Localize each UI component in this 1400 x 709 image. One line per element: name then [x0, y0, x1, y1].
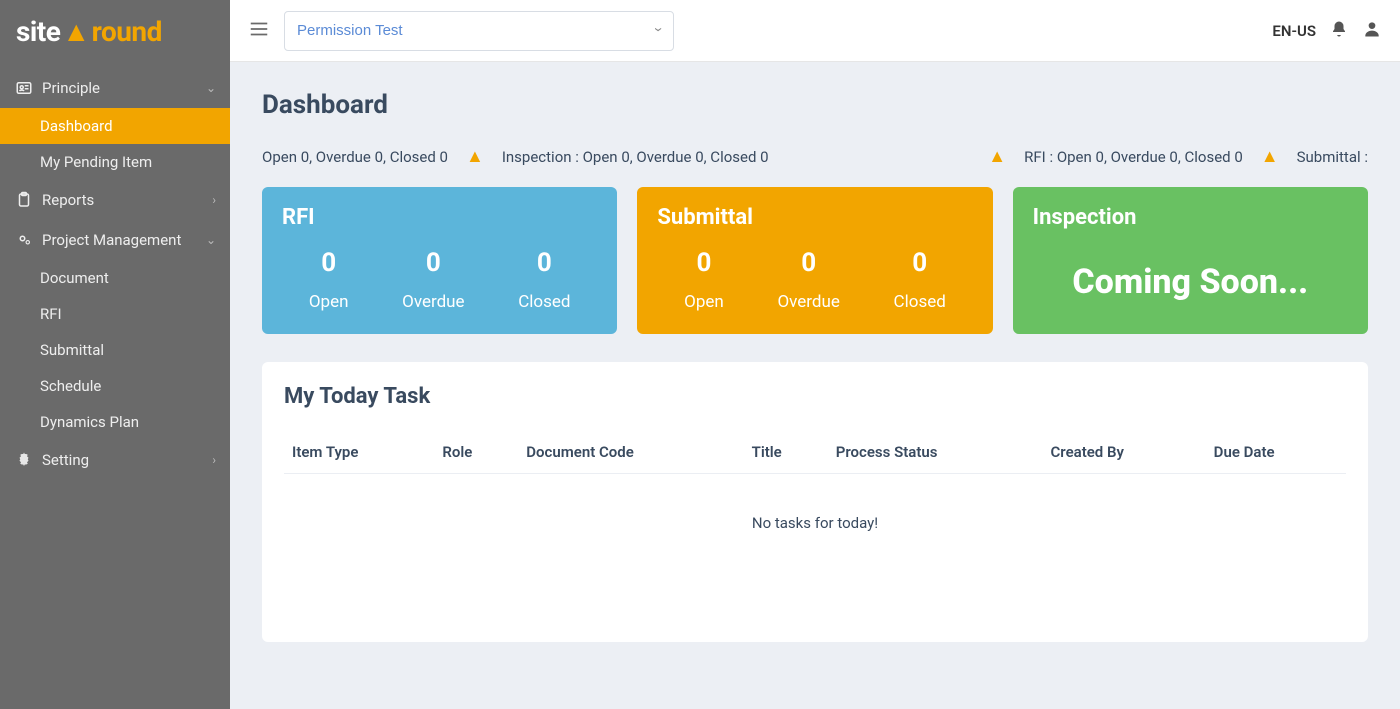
- sidebar-item-rfi[interactable]: RFI: [0, 296, 230, 332]
- triangle-icon: ▲: [1261, 146, 1279, 167]
- sidebar-item-document[interactable]: Document: [0, 260, 230, 296]
- task-col-item-type: Item Type: [284, 431, 434, 474]
- ticker-left: Open 0, Overdue 0, Closed 0: [262, 148, 448, 166]
- project-select-wrap: Permission Test: [284, 11, 674, 51]
- stat-open: 0 Open: [309, 248, 349, 312]
- hamburger-icon[interactable]: [248, 18, 270, 44]
- stat-number: 0: [684, 248, 724, 278]
- task-col-created-by: Created By: [1043, 431, 1206, 474]
- triangle-icon: ▲: [988, 146, 1006, 167]
- sidebar-nav: Principle ⌄ Dashboard My Pending Item Report…: [0, 62, 230, 480]
- task-col-title: Title: [744, 431, 828, 474]
- card-title: Inspection: [1033, 205, 1348, 230]
- brand-triangle-icon: ▲: [62, 15, 89, 48]
- sidebar-item-my-pending-item[interactable]: My Pending Item: [0, 144, 230, 180]
- card-rfi[interactable]: RFI 0 Open 0 Overdue 0 Closed: [262, 187, 617, 334]
- chevron-right-icon: ›: [212, 193, 216, 207]
- stat-label: Open: [309, 292, 349, 312]
- sidebar-group-label: Principle: [42, 79, 100, 97]
- sidebar-item-schedule[interactable]: Schedule: [0, 368, 230, 404]
- ticker-inspection: Inspection : Open 0, Overdue 0, Closed 0: [502, 148, 769, 166]
- card-title: Submittal: [657, 205, 972, 230]
- sidebar: site ▲ round Principle ⌄ Dashboard My Pendi…: [0, 0, 230, 709]
- summary-cards: RFI 0 Open 0 Overdue 0 Closed Submittal 0 Open 0 Ov…: [262, 187, 1368, 334]
- card-inspection[interactable]: Inspection Coming Soon...: [1013, 187, 1368, 334]
- stat-label: Closed: [894, 292, 946, 312]
- sidebar-group-project-management[interactable]: Project Management ⌄: [0, 220, 230, 260]
- main-area: Permission Test EN-US Dashboard Open 0, …: [230, 0, 1400, 709]
- stat-open: 0 Open: [684, 248, 724, 312]
- task-header-row: Item TypeRoleDocument CodeTitleProcess S…: [284, 431, 1346, 474]
- card-submittal[interactable]: Submittal 0 Open 0 Overdue 0 Closed: [637, 187, 992, 334]
- topbar: Permission Test EN-US: [230, 0, 1400, 62]
- gears-icon: [14, 230, 34, 250]
- stat-label: Overdue: [777, 292, 839, 312]
- sidebar-item-label: Schedule: [40, 377, 101, 395]
- stat-number: 0: [777, 248, 839, 278]
- task-empty-message: No tasks for today!: [284, 474, 1346, 542]
- card-stats: 0 Open 0 Overdue 0 Closed: [282, 248, 597, 312]
- stat-number: 0: [402, 248, 464, 278]
- ticker-submittal: Submittal :: [1297, 148, 1368, 166]
- stat-overdue: 0 Overdue: [777, 248, 839, 312]
- chevron-down-icon: ⌄: [206, 81, 216, 95]
- task-col-process-status: Process Status: [828, 431, 1043, 474]
- task-col-document-code: Document Code: [518, 431, 743, 474]
- sidebar-group-label: Setting: [42, 451, 89, 469]
- stat-overdue: 0 Overdue: [402, 248, 464, 312]
- sidebar-item-label: Dashboard: [40, 117, 113, 135]
- stat-closed: 0 Closed: [518, 248, 570, 312]
- coming-soon-label: Coming Soon...: [1033, 262, 1348, 302]
- content: Dashboard Open 0, Overdue 0, Closed 0 ▲ …: [230, 62, 1400, 709]
- sidebar-group-setting[interactable]: Setting ›: [0, 440, 230, 480]
- language-label[interactable]: EN-US: [1272, 22, 1316, 40]
- chevron-down-icon: ⌄: [206, 233, 216, 247]
- user-icon[interactable]: [1362, 19, 1382, 43]
- clipboard-icon: [14, 190, 34, 210]
- stat-label: Closed: [518, 292, 570, 312]
- panel-title: My Today Task: [284, 384, 1346, 409]
- sidebar-item-label: Document: [40, 269, 109, 287]
- sidebar-item-label: My Pending Item: [40, 153, 152, 171]
- task-col-due-date: Due Date: [1206, 431, 1346, 474]
- stat-label: Overdue: [402, 292, 464, 312]
- status-ticker: Open 0, Overdue 0, Closed 0 ▲ Inspection…: [262, 146, 1368, 167]
- task-table: Item TypeRoleDocument CodeTitleProcess S…: [284, 431, 1346, 474]
- card-stats: 0 Open 0 Overdue 0 Closed: [657, 248, 972, 312]
- triangle-icon: ▲: [466, 146, 484, 167]
- page-title: Dashboard: [262, 90, 1368, 120]
- brand-part2: round: [92, 15, 162, 48]
- ticker-rfi: RFI : Open 0, Overdue 0, Closed 0: [1024, 148, 1243, 166]
- sidebar-item-dashboard[interactable]: Dashboard: [0, 108, 230, 144]
- stat-number: 0: [894, 248, 946, 278]
- sidebar-group-label: Project Management: [42, 231, 181, 249]
- sidebar-group-reports[interactable]: Reports ›: [0, 180, 230, 220]
- sidebar-item-label: Dynamics Plan: [40, 413, 139, 431]
- sidebar-group-principle[interactable]: Principle ⌄: [0, 68, 230, 108]
- gear-icon: [14, 450, 34, 470]
- stat-number: 0: [518, 248, 570, 278]
- project-select[interactable]: Permission Test: [284, 11, 674, 51]
- stat-closed: 0 Closed: [894, 248, 946, 312]
- today-task-panel: My Today Task Item TypeRoleDocument Code…: [262, 362, 1368, 642]
- sidebar-item-submittal[interactable]: Submittal: [0, 332, 230, 368]
- stat-number: 0: [309, 248, 349, 278]
- stat-label: Open: [684, 292, 724, 312]
- sidebar-item-label: RFI: [40, 305, 62, 323]
- card-title: RFI: [282, 205, 597, 230]
- brand-part1: site: [16, 15, 60, 48]
- brand-logo: site ▲ round: [0, 0, 230, 62]
- sidebar-group-label: Reports: [42, 191, 94, 209]
- chevron-right-icon: ›: [212, 453, 216, 467]
- bell-icon[interactable]: [1330, 20, 1348, 42]
- sidebar-item-label: Submittal: [40, 341, 104, 359]
- task-col-role: Role: [434, 431, 518, 474]
- sidebar-item-dynamics-plan[interactable]: Dynamics Plan: [0, 404, 230, 440]
- id-card-icon: [14, 78, 34, 98]
